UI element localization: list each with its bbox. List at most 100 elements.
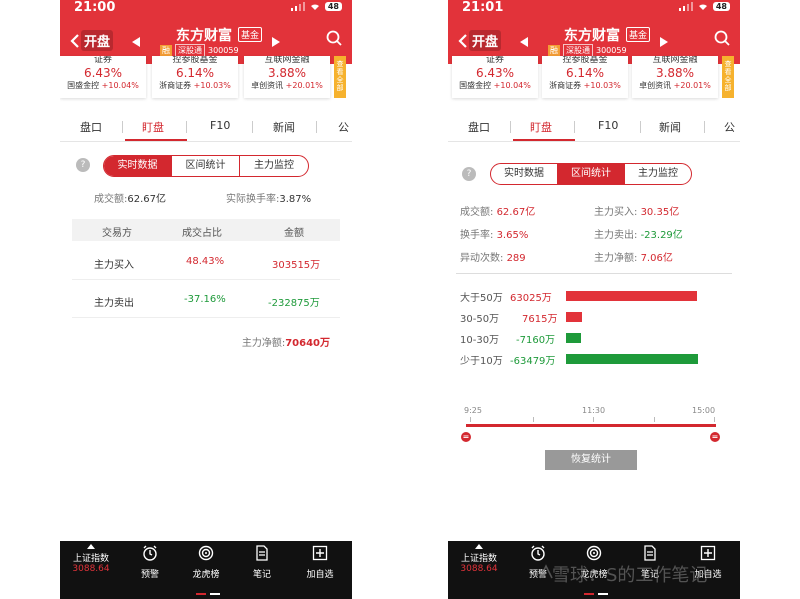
sector-card[interactable]: 控参股基金 6.14% 浙商证券 +10.03% — [152, 56, 238, 98]
tab-separator — [704, 121, 705, 133]
sector-leader: 国盛金控 +10.04% — [67, 81, 139, 90]
stock-name: 东方财富 — [564, 28, 620, 44]
index-name: 上证指数 — [460, 554, 497, 564]
active-tab-indicator — [513, 139, 575, 141]
header-party: 交易方 — [102, 228, 132, 239]
tab-f10[interactable]: F10 — [210, 119, 230, 132]
sector-change: 6.14% — [565, 66, 605, 80]
bottom-nav: 上证指数 3088.64 预警 龙虎榜 笔记 加自选 — [60, 541, 352, 599]
view-all-button[interactable]: 查看全部 — [722, 56, 734, 98]
tab-announcement[interactable]: 公 — [724, 119, 735, 135]
time-end: 15:00 — [692, 406, 716, 415]
sector-leader: 卓创资讯 +20.01% — [251, 81, 323, 90]
tab-announcement[interactable]: 公 — [338, 119, 349, 135]
up-arrow-icon — [475, 544, 483, 549]
amount-cell: -232875万 — [268, 298, 320, 309]
sector-leader: 浙商证券 +10.03% — [159, 81, 231, 90]
sector-card[interactable]: 证券 6.43% 国盛金控 +10.04% — [60, 56, 146, 98]
sector-card[interactable]: 控参股基金 6.14% 浙商证券 +10.03% — [542, 56, 628, 98]
top-bar: 21:01 48 开盘 东方财富 基金 融 深股通 300059 — [448, 0, 740, 64]
add-watchlist-button[interactable]: 加自选 — [298, 545, 342, 580]
search-icon[interactable] — [326, 30, 342, 46]
flow-bar — [566, 333, 581, 343]
alert-button[interactable]: 预警 — [128, 545, 172, 580]
flow-label: 10-30万 — [460, 335, 500, 346]
sector-change: 6.14% — [175, 66, 215, 80]
back-button[interactable]: 开盘 — [458, 30, 502, 51]
next-stock-arrow-icon[interactable] — [660, 37, 668, 47]
prev-stock-arrow-icon[interactable] — [132, 37, 140, 47]
notes-button[interactable]: 笔记 — [240, 545, 284, 580]
left-phone-screen: 21:00 48 开盘 东方财富 基金 融 深股通 300059 证券 6.43… — [60, 0, 352, 599]
top-bar: 21:00 48 开盘 东方财富 基金 融 深股通 300059 — [60, 0, 352, 64]
plus-box-icon — [312, 545, 328, 561]
main-net-stat: 主力净额: 7.06亿 — [594, 253, 673, 264]
turnover-rate-stat: 实际换手率:3.87% — [226, 194, 312, 205]
help-icon[interactable]: ? — [462, 167, 476, 181]
sector-card[interactable]: 互联网金融 3.88% 卓创资讯 +20.01% — [632, 56, 718, 98]
segment-main-monitor[interactable]: 主力监控 — [239, 156, 308, 176]
right-phone-screen: 21:01 48 开盘 东方财富 基金 融 深股通 300059 证券 6.43… — [448, 0, 740, 599]
prev-stock-arrow-icon[interactable] — [520, 37, 528, 47]
segment-realtime[interactable]: 实时数据 — [491, 164, 557, 184]
index-ticker[interactable]: 上证指数 3088.64 — [454, 541, 504, 574]
anomaly-count-stat: 异动次数: 289 — [460, 253, 526, 264]
tab-news[interactable]: 新闻 — [273, 119, 295, 135]
watermark: 雪球：S的工作笔记 — [552, 565, 708, 586]
tab-separator — [640, 121, 641, 133]
tab-separator — [574, 121, 575, 133]
next-stock-arrow-icon[interactable] — [272, 37, 280, 47]
dragon-tiger-button[interactable]: 龙虎榜 — [184, 545, 228, 580]
flow-value: -63479万 — [510, 356, 556, 367]
flow-row: 30-50万 7615万 — [460, 310, 730, 325]
battery-level: 48 — [712, 2, 730, 11]
search-icon[interactable] — [714, 30, 730, 46]
flow-bar — [566, 354, 698, 364]
tab-separator — [252, 121, 253, 133]
flow-row: 大于50万 63025万 — [460, 289, 730, 304]
sector-card[interactable]: 证券 6.43% 国盛金控 +10.04% — [452, 56, 538, 98]
sector-change: 3.88% — [267, 66, 307, 80]
segment-interval[interactable]: 区间统计 — [171, 156, 239, 176]
signal-icon — [290, 2, 305, 11]
page-indicator — [196, 593, 220, 595]
sector-card[interactable]: 互联网金融 3.88% 卓创资讯 +20.01% — [244, 56, 330, 98]
flow-value: 7615万 — [522, 314, 558, 325]
chevron-left-icon — [458, 33, 467, 48]
sector-leader: 国盛金控 +10.04% — [459, 81, 531, 90]
range-start-handle[interactable]: = — [461, 432, 471, 442]
tab-watch[interactable]: 盯盘 — [142, 119, 164, 135]
segment-realtime[interactable]: 实时数据 — [104, 156, 171, 176]
time-range-slider[interactable] — [466, 424, 716, 427]
segment-main-monitor[interactable]: 主力监控 — [624, 164, 691, 184]
help-icon[interactable]: ? — [76, 158, 90, 172]
tab-news[interactable]: 新闻 — [659, 119, 681, 135]
tab-handicap[interactable]: 盘口 — [80, 119, 102, 135]
margin-tag: 融 — [548, 45, 560, 56]
turnover-rate-stat: 换手率: 3.65% — [460, 230, 529, 241]
tab-watch[interactable]: 盯盘 — [530, 119, 552, 135]
sector-leader: 浙商证券 +10.03% — [549, 81, 621, 90]
turnover-stat: 成交额: 62.67亿 — [460, 207, 536, 218]
range-end-handle[interactable]: = — [710, 432, 720, 442]
time-tick — [714, 417, 715, 422]
index-value: 3088.64 — [460, 564, 498, 574]
tab-f10[interactable]: F10 — [598, 119, 618, 132]
tab-separator — [122, 121, 123, 133]
view-all-button[interactable]: 查看全部 — [334, 56, 346, 98]
back-button[interactable]: 开盘 — [70, 30, 114, 51]
market-open-label: 开盘 — [81, 30, 114, 51]
flow-bar — [566, 291, 697, 301]
index-ticker[interactable]: 上证指数 3088.64 — [66, 541, 116, 574]
tab-separator — [316, 121, 317, 133]
main-sell-stat: 主力卖出: -23.29亿 — [594, 230, 683, 241]
flow-row: 少于10万 -63479万 — [460, 352, 730, 367]
restore-stats-button[interactable]: 恢复统计 — [545, 450, 637, 470]
tab-separator — [510, 121, 511, 133]
fund-tag: 基金 — [626, 27, 651, 42]
tab-handicap[interactable]: 盘口 — [468, 119, 490, 135]
related-sectors: 证券 6.43% 国盛金控 +10.04% 控参股基金 6.14% 浙商证券 +… — [60, 56, 352, 100]
flow-bar — [566, 312, 582, 322]
segment-interval[interactable]: 区间统计 — [557, 164, 624, 184]
up-arrow-icon — [87, 544, 95, 549]
